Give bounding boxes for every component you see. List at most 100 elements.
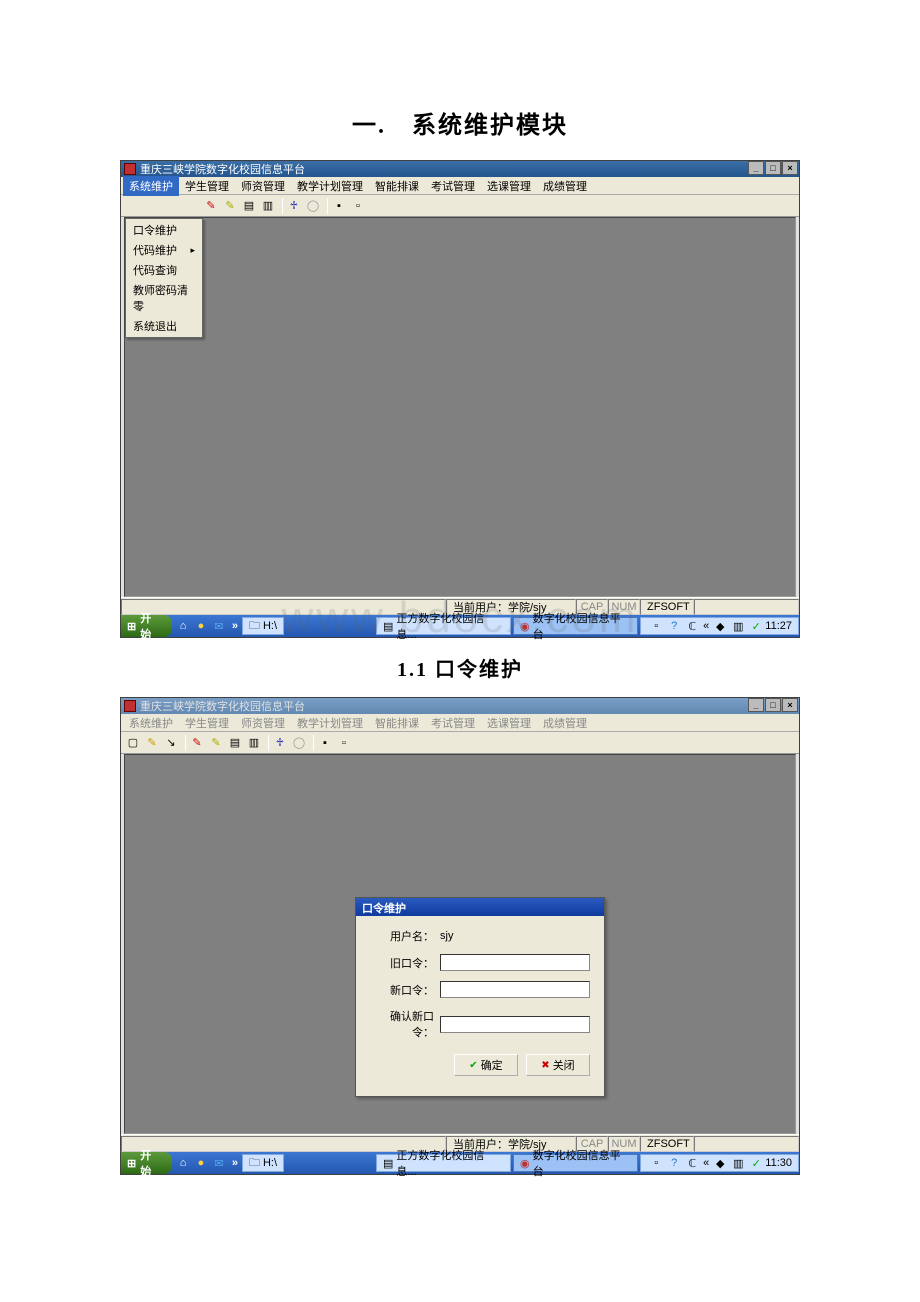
toolbar-icon[interactable]: ✎ (203, 198, 219, 214)
tray-icon[interactable]: ? (666, 1155, 682, 1171)
screenshot-1: 重庆三峡学院数字化校园信息平台 _ □ × 系统维护 学生管理 师资管理 教学计… (120, 160, 800, 638)
dropdown-codemaint[interactable]: 代码维护▸ (127, 240, 201, 260)
menu-grade[interactable]: 成绩管理 (537, 176, 593, 196)
tray-icon[interactable]: ✓ (748, 618, 764, 634)
toolbar-icon[interactable]: ▥ (246, 735, 262, 751)
tray-icon[interactable]: ◆ (712, 1155, 728, 1171)
quicklaunch-icon[interactable]: ✉ (211, 1155, 227, 1171)
toolbar-icon[interactable]: ♱ (272, 735, 288, 751)
taskbar-app2[interactable]: ◉数字化校园信息平台 (513, 1154, 638, 1172)
start-button[interactable]: ⊞开始 (121, 615, 172, 637)
taskbar-app2[interactable]: ◉数字化校园信息平台 (513, 617, 638, 635)
tray-icon[interactable]: ✓ (748, 1155, 764, 1171)
toolbar-icon[interactable]: ↘ (163, 735, 179, 751)
menu-schedule[interactable]: 智能排课 (369, 713, 425, 733)
task-bar: ⊞开始 ⌂ ● ✉ » 🗀H:\ ▤正方数字化校园信息... ◉数字化校园信息平… (121, 1152, 799, 1174)
toolbar-icon[interactable]: ◯ (305, 198, 321, 214)
tray-icon[interactable]: ▥ (730, 618, 746, 634)
quicklaunch-icon[interactable]: ⌂ (175, 618, 191, 634)
menu-student[interactable]: 学生管理 (179, 713, 235, 733)
toolbar-icon[interactable]: ▫ (336, 735, 352, 751)
new-pw-input[interactable] (440, 981, 590, 998)
screenshot-2: 重庆三峡学院数字化校园信息平台 _ □ × 系统维护 学生管理 师资管理 教学计… (120, 697, 800, 1175)
toolbar-icon[interactable]: ✎ (189, 735, 205, 751)
menu-select[interactable]: 选课管理 (481, 176, 537, 196)
tray-icon[interactable]: ▫ (648, 1155, 664, 1171)
toolbar-icon[interactable]: ◯ (291, 735, 307, 751)
close-button[interactable]: × (782, 698, 798, 712)
confirm-pw-label: 确认新口令： (370, 1008, 434, 1040)
tray-icon[interactable]: ▥ (730, 1155, 746, 1171)
ok-button[interactable]: ✔确定 (454, 1054, 518, 1076)
menu-system[interactable]: 系统维护 (123, 176, 179, 196)
tool-bar: ▢ ✎ ↘ ✎ ✎ ▤ ▥ ♱ ◯ ▪ ▫ (121, 732, 799, 754)
menu-grade[interactable]: 成绩管理 (537, 713, 593, 733)
toolbar-icon[interactable]: ▫ (350, 198, 366, 214)
quicklaunch-more-icon[interactable]: » (228, 1157, 242, 1169)
menu-system[interactable]: 系统维护 (123, 713, 179, 733)
status-vendor: ZFSOFT (640, 599, 694, 615)
toolbar-icon[interactable]: ▢ (125, 735, 141, 751)
dropdown-codequery[interactable]: 代码查询 (127, 260, 201, 280)
quicklaunch-icon[interactable]: ✉ (211, 618, 227, 634)
tray-icon[interactable]: ▫ (648, 618, 664, 634)
dropdown-resetpw[interactable]: 教师密码清零 (127, 280, 201, 316)
menu-plan[interactable]: 教学计划管理 (291, 176, 369, 196)
quicklaunch-icon[interactable]: ● (193, 618, 209, 634)
toolbar-icon[interactable]: ▪ (317, 735, 333, 751)
toolbar-icon[interactable]: ✎ (144, 735, 160, 751)
quicklaunch-icon[interactable]: ● (193, 1155, 209, 1171)
taskbar-app1[interactable]: ▤正方数字化校园信息... (376, 617, 511, 635)
password-dialog: 口令维护 用户名： sjy 旧口令： 新口令： 确认新口令： (355, 897, 605, 1097)
taskbar-app1[interactable]: ▤正方数字化校园信息... (376, 1154, 511, 1172)
tray-icon[interactable]: ℂ (684, 618, 700, 634)
maximize-button[interactable]: □ (765, 161, 781, 175)
tray-icon[interactable]: ? (666, 618, 682, 634)
menu-schedule[interactable]: 智能排课 (369, 176, 425, 196)
minimize-button[interactable]: _ (748, 698, 764, 712)
toolbar-icon[interactable]: ♱ (286, 198, 302, 214)
menu-teacher[interactable]: 师资管理 (235, 713, 291, 733)
system-tray[interactable]: ▫ ? ℂ « ◆ ▥ ✓ 11:30 (640, 1154, 799, 1172)
menu-exam[interactable]: 考试管理 (425, 176, 481, 196)
user-label: 用户名： (370, 928, 434, 944)
old-pw-input[interactable] (440, 954, 590, 971)
doc-heading-1: 一. 系统维护模块 (0, 105, 920, 140)
menu-select[interactable]: 选课管理 (481, 713, 537, 733)
toolbar-icon[interactable]: ▪ (331, 198, 347, 214)
toolbar-icon[interactable]: ▤ (227, 735, 243, 751)
toolbar-icon[interactable]: ▤ (241, 198, 257, 214)
close-button[interactable]: × (782, 161, 798, 175)
menu-exam[interactable]: 考试管理 (425, 713, 481, 733)
app-icon (124, 700, 136, 712)
toolbar-icon[interactable]: ▥ (260, 198, 276, 214)
taskbar-drive[interactable]: 🗀H:\ (242, 1154, 284, 1172)
mdi-workspace: 口令维护 用户名： sjy 旧口令： 新口令： 确认新口令： (124, 754, 796, 1134)
start-button[interactable]: ⊞开始 (121, 1152, 172, 1174)
minimize-button[interactable]: _ (748, 161, 764, 175)
tool-bar: ✎ ✎ ▤ ▥ ♱ ◯ ▪ ▫ (121, 195, 799, 217)
dropdown-exit[interactable]: 系统退出 (127, 316, 201, 336)
dropdown-password[interactable]: 口令维护 (127, 220, 201, 240)
quicklaunch-icon[interactable]: ⌂ (175, 1155, 191, 1171)
quicklaunch-more-icon[interactable]: » (228, 620, 242, 632)
confirm-pw-input[interactable] (440, 1016, 590, 1033)
toolbar-icon[interactable]: ✎ (222, 198, 238, 214)
close-button[interactable]: ✖关闭 (526, 1054, 590, 1076)
app-icon (124, 163, 136, 175)
system-tray[interactable]: ▫ ? ℂ « ◆ ▥ ✓ 11:27 (640, 617, 799, 635)
task-bar: ⊞开始 ⌂ ● ✉ » 🗀H:\ ▤正方数字化校园信息... ◉数字化校园信息平… (121, 615, 799, 637)
toolbar-icon[interactable]: ✎ (208, 735, 224, 751)
maximize-button[interactable]: □ (765, 698, 781, 712)
system-dropdown: 口令维护 代码维护▸ 代码查询 教师密码清零 系统退出 (125, 218, 203, 338)
tray-clock: 11:30 (765, 1157, 792, 1169)
menu-plan[interactable]: 教学计划管理 (291, 713, 369, 733)
user-value: sjy (440, 930, 590, 942)
toolbar-separator (282, 198, 283, 214)
old-pw-label: 旧口令： (370, 955, 434, 971)
tray-icon[interactable]: ℂ (684, 1155, 700, 1171)
menu-student[interactable]: 学生管理 (179, 176, 235, 196)
menu-teacher[interactable]: 师资管理 (235, 176, 291, 196)
taskbar-drive[interactable]: 🗀H:\ (242, 617, 284, 635)
tray-icon[interactable]: ◆ (712, 618, 728, 634)
